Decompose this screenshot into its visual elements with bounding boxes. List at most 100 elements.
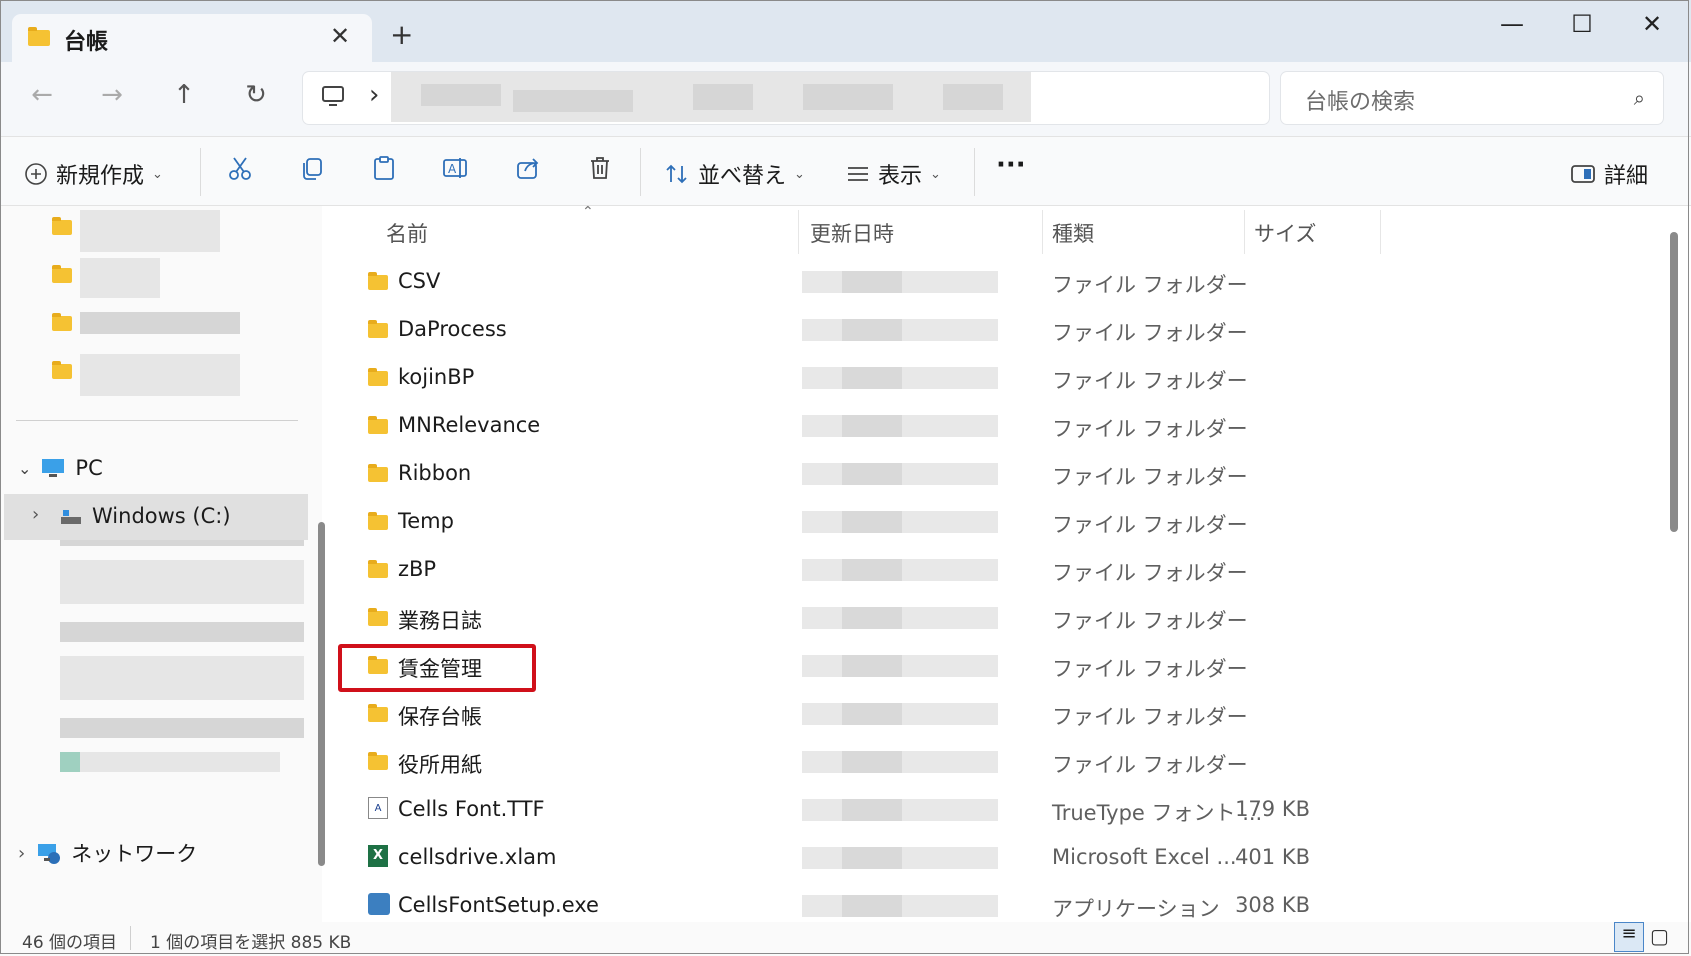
redacted-block xyxy=(60,752,80,772)
scissors-icon xyxy=(229,157,251,180)
column-header-type[interactable]: 種類 xyxy=(1052,218,1094,248)
file-row[interactable]: A Cells Font.TTF TrueType フォント ... 179 KB xyxy=(334,787,1664,835)
nav-folder-item[interactable] xyxy=(52,312,240,335)
copy-button[interactable] xyxy=(294,155,330,187)
address-bar[interactable]: › xyxy=(303,72,1269,124)
file-list-scrollbar[interactable] xyxy=(1670,232,1678,532)
file-row[interactable]: kojinBP ファイル フォルダー xyxy=(334,355,1664,403)
folder-icon xyxy=(368,416,388,438)
close-window-button[interactable]: ✕ xyxy=(1632,10,1672,38)
folder-icon xyxy=(368,464,388,486)
file-row[interactable]: 保存台帳 ファイル フォルダー xyxy=(334,691,1664,739)
chevron-right-icon[interactable]: › xyxy=(18,843,25,864)
sort-button[interactable]: 並べ替え ⌄ xyxy=(664,158,805,190)
file-row[interactable]: 業務日誌 ファイル フォルダー xyxy=(334,595,1664,643)
file-row[interactable]: 役所用紙 ファイル フォルダー xyxy=(334,739,1664,787)
redacted-label xyxy=(80,258,160,298)
nav-folder-item[interactable] xyxy=(52,210,220,252)
share-button[interactable] xyxy=(510,155,546,187)
nav-item-network[interactable]: › ネットワーク xyxy=(18,838,197,868)
search-box[interactable]: 台帳の検索 ⌕ xyxy=(1281,72,1663,124)
file-row[interactable]: Xcellsdrive.xlam Microsoft Excel ... 401 K… xyxy=(334,835,1664,883)
cut-button[interactable] xyxy=(222,155,258,187)
redacted-block xyxy=(60,560,304,604)
new-button[interactable]: 新規作成 ⌄ xyxy=(24,158,163,190)
modified-date-redacted xyxy=(802,511,998,533)
file-row[interactable]: Temp ファイル フォルダー xyxy=(334,499,1664,547)
back-button[interactable]: ← xyxy=(22,80,62,110)
plus-circle-icon xyxy=(25,163,47,185)
modified-date-redacted xyxy=(802,319,998,341)
refresh-button[interactable]: ↻ xyxy=(236,80,276,110)
file-name: 役所用紙 xyxy=(398,753,482,777)
modified-date-redacted xyxy=(802,463,998,485)
file-name: 業務日誌 xyxy=(398,609,482,633)
tab-current[interactable]: 台帳 ✕ xyxy=(12,14,372,62)
more-options-button[interactable]: ··· xyxy=(996,150,1026,180)
nav-item-windows-drive[interactable]: › Windows (C:) xyxy=(4,494,308,540)
rename-button[interactable]: A xyxy=(438,155,474,187)
redacted-block xyxy=(421,84,501,106)
nav-folder-item[interactable] xyxy=(52,354,240,396)
modified-date-redacted xyxy=(802,559,998,581)
tab-close-button[interactable]: ✕ xyxy=(330,22,350,50)
chevron-right-icon[interactable]: › xyxy=(32,504,39,525)
column-header-name[interactable]: 名前 xyxy=(386,218,428,248)
file-size: 179 KB xyxy=(1235,797,1310,821)
view-button[interactable]: 表示 ⌄ xyxy=(846,158,941,190)
redacted-block xyxy=(943,84,1003,110)
file-row[interactable]: Ribbon ファイル フォルダー xyxy=(334,451,1664,499)
tab-title: 台帳 xyxy=(64,30,109,55)
column-header-modified[interactable]: 更新日時 xyxy=(810,218,894,248)
redacted-label xyxy=(80,210,220,252)
sort-ascending-icon: ⌃ xyxy=(582,204,594,220)
delete-button[interactable] xyxy=(582,155,618,187)
modified-date-redacted xyxy=(802,271,998,293)
network-label: ネットワーク xyxy=(71,842,198,866)
excel-file-icon: X xyxy=(368,845,388,867)
folder-icon xyxy=(28,27,50,46)
redacted-block xyxy=(60,622,304,642)
list-view-icon: ≡ xyxy=(1621,923,1637,944)
column-divider[interactable] xyxy=(1042,210,1043,254)
file-type: Microsoft Excel ... xyxy=(1052,845,1237,869)
folder-icon xyxy=(368,704,388,726)
file-row[interactable]: zBP ファイル フォルダー xyxy=(334,547,1664,595)
file-name: 保存台帳 xyxy=(398,705,482,729)
minimize-button[interactable]: — xyxy=(1492,10,1532,38)
paste-button[interactable] xyxy=(366,155,402,187)
maximize-button[interactable]: ☐ xyxy=(1562,10,1602,38)
file-type: ファイル フォルダー xyxy=(1052,273,1248,297)
modified-date-redacted xyxy=(802,607,998,629)
column-divider[interactable] xyxy=(798,210,799,254)
nav-folder-item[interactable] xyxy=(52,258,160,298)
folder-icon xyxy=(368,560,388,582)
file-row[interactable]: MNRelevance ファイル フォルダー xyxy=(334,403,1664,451)
column-header-size[interactable]: サイズ xyxy=(1254,218,1316,248)
details-view-button[interactable]: ≡ xyxy=(1614,922,1644,952)
modified-date-redacted xyxy=(802,655,998,677)
details-label: 詳細 xyxy=(1604,164,1649,189)
drive-icon xyxy=(61,510,81,524)
tiles-view-button[interactable]: ▢ xyxy=(1650,924,1669,948)
file-row[interactable]: DaProcess ファイル フォルダー xyxy=(334,307,1664,355)
folder-icon xyxy=(368,272,388,294)
chevron-down-icon[interactable]: ⌄ xyxy=(18,459,31,478)
trash-icon xyxy=(591,157,609,179)
divider xyxy=(640,148,641,196)
new-tab-button[interactable]: + xyxy=(390,18,413,51)
column-divider[interactable] xyxy=(1380,210,1381,254)
folder-icon xyxy=(368,608,388,630)
file-row[interactable]: CSV ファイル フォルダー xyxy=(334,259,1664,307)
up-button[interactable]: ↑ xyxy=(164,80,204,110)
search-icon[interactable]: ⌕ xyxy=(1634,86,1645,110)
file-name: zBP xyxy=(398,557,437,581)
nav-scrollbar[interactable] xyxy=(318,522,325,866)
search-input[interactable]: 台帳の検索 xyxy=(1305,84,1415,116)
file-type: ファイル フォルダー xyxy=(1052,369,1248,393)
details-pane-button[interactable]: 詳細 xyxy=(1570,158,1648,190)
forward-button[interactable]: → xyxy=(92,80,132,110)
column-divider[interactable] xyxy=(1244,210,1245,254)
nav-item-pc[interactable]: ⌄ PC xyxy=(18,456,103,480)
folder-icon xyxy=(52,217,72,235)
